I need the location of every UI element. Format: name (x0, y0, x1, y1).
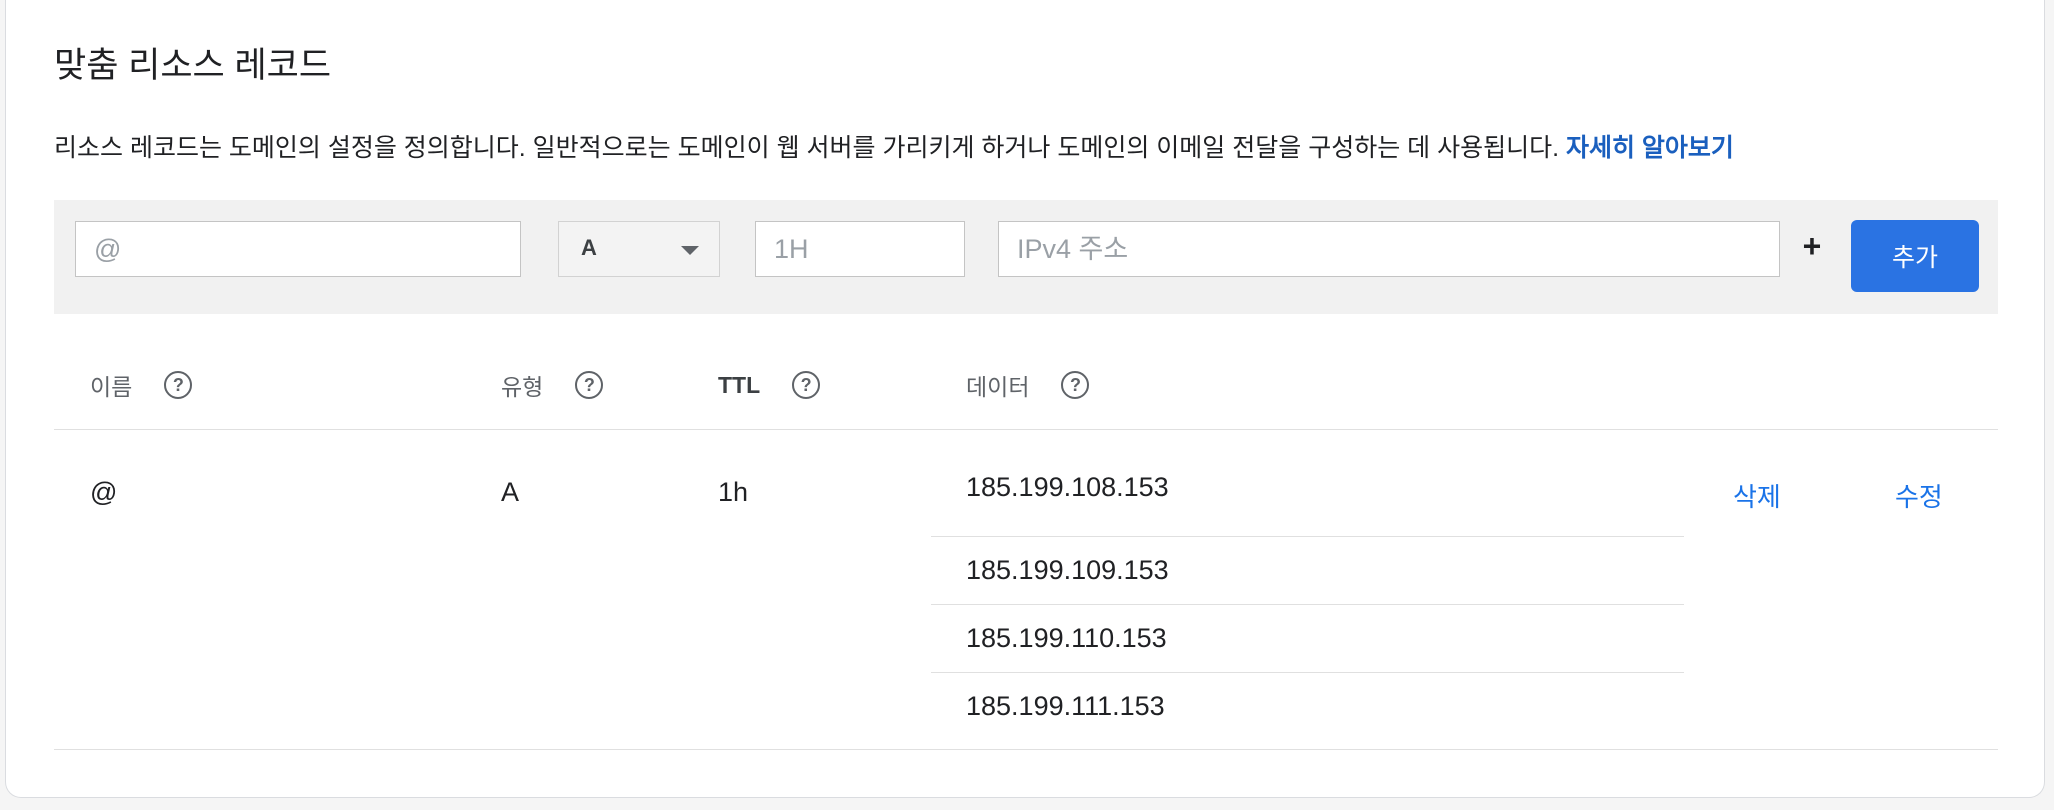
help-icon[interactable]: ? (792, 371, 821, 399)
data-input[interactable] (998, 221, 1780, 277)
data-value: 185.199.111.153 (966, 691, 1165, 721)
header-type: 유형 ? (501, 368, 604, 402)
type-select-value: A (581, 235, 597, 260)
header-name-label: 이름 (90, 374, 133, 400)
chevron-down-icon (681, 246, 699, 255)
section-title: 맞춤 리소스 레코드 (54, 46, 332, 85)
custom-records-card: 맞춤 리소스 레코드 리소스 레코드는 도메인의 설정을 정의합니다. 일반적으… (5, 0, 2045, 798)
add-record-bar: A + 추가 (54, 200, 1998, 314)
header-ttl: TTL ? (718, 368, 821, 402)
edit-button[interactable]: 수정 (1895, 477, 1943, 514)
data-value: 185.199.108.153 (931, 470, 1684, 537)
row-divider (54, 749, 1998, 750)
ttl-input[interactable] (755, 221, 965, 277)
row-data-list: 185.199.108.153 185.199.109.153 185.199.… (931, 470, 1684, 741)
header-type-label: 유형 (501, 374, 544, 400)
data-value: 185.199.109.153 (931, 537, 1684, 605)
help-icon[interactable]: ? (575, 371, 604, 399)
delete-button[interactable]: 삭제 (1733, 477, 1781, 514)
row-name: @ (90, 477, 118, 507)
add-button[interactable]: 추가 (1851, 220, 1979, 292)
type-select[interactable]: A (558, 221, 720, 277)
row-type: A (501, 477, 520, 507)
header-divider (54, 429, 1998, 430)
plus-icon[interactable]: + (1794, 228, 1830, 264)
description-text: 리소스 레코드는 도메인의 설정을 정의합니다. 일반적으로는 도메인이 웹 서… (54, 134, 1560, 162)
header-data-label: 데이터 (966, 374, 1030, 400)
header-name: 이름 ? (90, 368, 193, 402)
section-description: 리소스 레코드는 도메인의 설정을 정의합니다. 일반적으로는 도메인이 웹 서… (54, 128, 1734, 168)
help-icon[interactable]: ? (1061, 371, 1090, 399)
header-ttl-label: TTL (718, 371, 761, 398)
learn-more-link[interactable]: 자세히 알아보기 (1566, 134, 1734, 162)
row-ttl: 1h (718, 477, 749, 507)
header-data: 데이터 ? (966, 368, 1090, 402)
data-value: 185.199.110.153 (931, 605, 1684, 673)
name-input[interactable] (75, 221, 521, 277)
help-icon[interactable]: ? (164, 371, 193, 399)
